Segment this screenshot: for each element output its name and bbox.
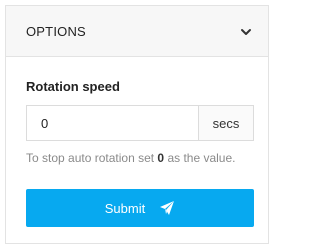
rotation-speed-input[interactable] (27, 106, 198, 140)
unit-addon: secs (198, 106, 253, 140)
submit-button-label: Submit (104, 200, 146, 216)
help-text-prefix: To stop auto rotation set (26, 151, 158, 165)
rotation-speed-label: Rotation speed (26, 79, 120, 94)
help-text: To stop auto rotation set 0 as the value… (26, 151, 236, 165)
chevron-down-icon[interactable] (240, 25, 252, 37)
submit-button[interactable]: Submit (26, 189, 254, 227)
options-panel: OPTIONS Rotation speed secs To stop auto… (5, 5, 269, 244)
send-icon (159, 200, 175, 216)
panel-title: OPTIONS (26, 24, 86, 39)
options-panel-header[interactable]: OPTIONS (6, 6, 268, 57)
rotation-speed-input-group: secs (26, 105, 254, 141)
help-text-suffix: as the value. (164, 151, 236, 165)
